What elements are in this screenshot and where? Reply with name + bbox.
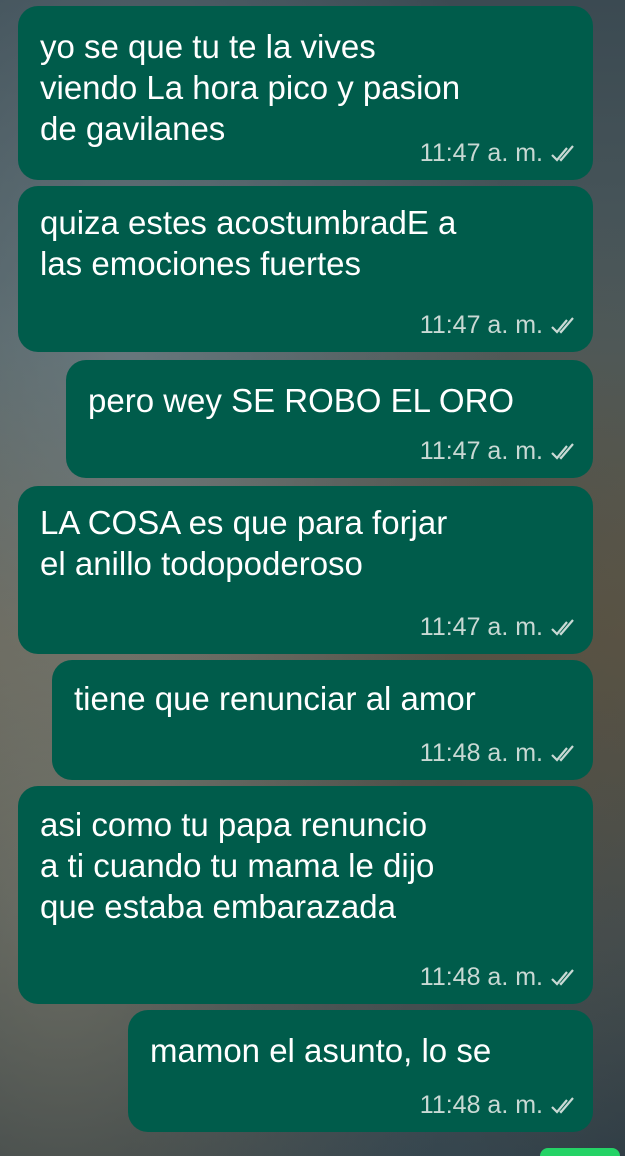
message-meta: 11:47 a. m. (420, 437, 577, 466)
message-text: quiza estes acostumbradE a las emociones… (40, 204, 457, 282)
scroll-down-button[interactable] (540, 1148, 620, 1156)
double-check-icon (551, 618, 574, 636)
double-check-icon (551, 968, 574, 986)
message-time: 11:48 a. m. (419, 1091, 543, 1119)
message-bubble[interactable]: mamon el asunto, lo se 11:48 a. m. (128, 1010, 593, 1132)
message-text: tiene que renunciar al amor (74, 680, 476, 717)
message-bubble[interactable]: pero wey SE ROBO EL ORO 11:47 a. m. (66, 360, 593, 478)
double-check-icon (551, 144, 574, 162)
message-text: yo se que tu te la vives viendo La hora … (40, 28, 461, 147)
message-meta: 11:48 a. m. (420, 739, 577, 768)
message-time: 11:47 a. m. (419, 613, 543, 641)
double-check-icon (551, 316, 574, 334)
message-meta: 11:47 a. m. (420, 139, 577, 168)
double-check-icon (551, 1096, 574, 1114)
message-text: asi como tu papa renuncio a ti cuando tu… (40, 806, 435, 925)
message-time: 11:47 a. m. (419, 139, 543, 167)
message-text: mamon el asunto, lo se (150, 1032, 492, 1069)
message-time: 11:47 a. m. (419, 437, 543, 465)
message-time: 11:48 a. m. (419, 963, 543, 991)
message-meta: 11:48 a. m. (420, 963, 577, 992)
message-text: pero wey SE ROBO EL ORO (88, 382, 515, 419)
message-meta: 11:47 a. m. (420, 311, 577, 340)
message-time: 11:47 a. m. (419, 311, 543, 339)
message-text: LA COSA es que para forjar el anillo tod… (40, 504, 448, 582)
message-bubble[interactable]: asi como tu papa renuncio a ti cuando tu… (18, 786, 593, 1004)
message-bubble[interactable]: yo se que tu te la vives viendo La hora … (18, 6, 593, 180)
double-check-icon (551, 744, 574, 762)
message-meta: 11:48 a. m. (420, 1091, 577, 1120)
message-bubble[interactable]: quiza estes acostumbradE a las emociones… (18, 186, 593, 352)
message-bubble[interactable]: tiene que renunciar al amor 11:48 a. m. (52, 660, 593, 780)
double-check-icon (551, 442, 574, 460)
chat-messages: yo se que tu te la vives viendo La hora … (0, 0, 625, 1156)
message-time: 11:48 a. m. (419, 739, 543, 767)
message-bubble[interactable]: LA COSA es que para forjar el anillo tod… (18, 486, 593, 654)
message-meta: 11:47 a. m. (420, 613, 577, 642)
